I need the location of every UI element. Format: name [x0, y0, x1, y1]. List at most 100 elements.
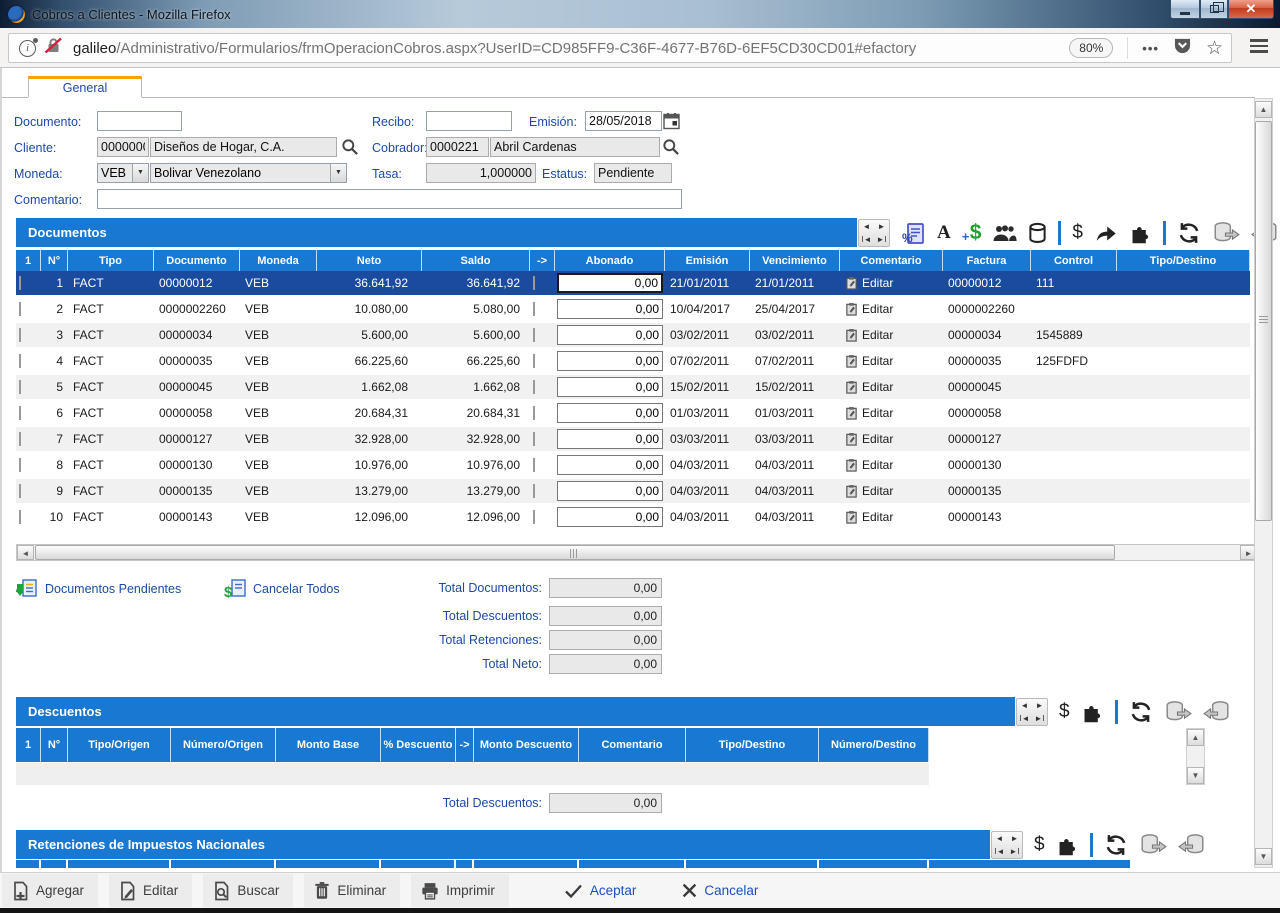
descuentos-vscrollbar[interactable]: ▲ ▼ — [1186, 728, 1205, 785]
record-navigation-icons[interactable]: ◄►Ι◄►Ι — [858, 219, 890, 247]
editar-comment-button[interactable]: Editar — [840, 380, 943, 394]
abonado-input[interactable] — [557, 273, 663, 293]
row-selector-button[interactable] — [19, 484, 21, 498]
column-header[interactable]: Número/Destino — [819, 728, 929, 762]
scroll-down-icon[interactable]: ▼ — [1255, 848, 1272, 865]
editar-button[interactable]: Editar — [109, 874, 192, 907]
hscroll-thumb[interactable] — [35, 545, 1115, 560]
table-row[interactable]: 1FACT00000012VEB36.641,9236.641,9221/01/… — [16, 271, 1250, 297]
row-selector-button[interactable] — [19, 458, 21, 472]
abonado-input[interactable] — [557, 403, 663, 423]
row-selector-button[interactable] — [19, 354, 21, 368]
estatus-field[interactable] — [594, 163, 672, 183]
transfer-arrow-button[interactable] — [533, 276, 535, 290]
column-header[interactable]: 1 — [16, 728, 41, 762]
row-selector-button[interactable] — [19, 432, 21, 446]
column-header[interactable]: Emisión — [665, 250, 750, 271]
abonado-input[interactable] — [557, 455, 663, 475]
maximize-button[interactable] — [1200, 0, 1228, 19]
database-export-icon[interactable] — [1212, 221, 1240, 245]
editar-comment-button[interactable]: Editar — [840, 328, 943, 342]
table-row[interactable]: 5FACT00000045VEB1.662,081.662,0815/02/20… — [16, 375, 1250, 401]
bookmark-star-icon[interactable]: ☆ — [1206, 39, 1223, 58]
imprimir-button[interactable]: Imprimir — [411, 874, 509, 907]
column-header[interactable]: Comentario — [840, 250, 943, 271]
scroll-left-icon[interactable]: ◄ — [17, 545, 34, 560]
abonado-input[interactable] — [557, 299, 663, 319]
plugin-icon[interactable] — [1056, 834, 1079, 857]
users-icon[interactable] — [992, 225, 1017, 242]
database-export-icon[interactable] — [1139, 833, 1167, 857]
table-row[interactable]: 4FACT00000035VEB66.225,6066.225,6007/02/… — [16, 349, 1250, 375]
transfer-arrow-button[interactable] — [533, 484, 535, 498]
site-info-icon[interactable]: i — [19, 40, 36, 57]
table-row[interactable]: 9FACT00000135VEB13.279,0013.279,0004/03/… — [16, 479, 1250, 505]
transfer-arrow-button[interactable] — [533, 458, 535, 472]
column-header[interactable]: Monto Base — [276, 728, 381, 762]
column-header[interactable]: Saldo — [422, 250, 530, 271]
database-import-icon[interactable] — [1178, 833, 1206, 857]
recalculate-document-icon[interactable]: % — [901, 221, 926, 246]
plugin-icon[interactable] — [1081, 701, 1104, 724]
cobrador-name-field[interactable] — [490, 137, 660, 157]
abonado-input[interactable] — [557, 507, 663, 527]
record-navigation-icons[interactable]: ◄►Ι◄►Ι — [991, 831, 1023, 859]
insecure-lock-icon[interactable] — [44, 37, 63, 59]
abonado-input[interactable] — [557, 429, 663, 449]
refresh-icon[interactable] — [1104, 833, 1128, 857]
editar-comment-button[interactable]: Editar — [840, 510, 943, 524]
eliminar-button[interactable]: Eliminar — [304, 874, 400, 907]
column-header[interactable]: % Descuento — [381, 728, 456, 762]
editar-comment-button[interactable]: Editar — [840, 432, 943, 446]
column-header[interactable]: Documento — [154, 250, 240, 271]
cliente-code-field[interactable] — [97, 137, 149, 157]
add-money-icon[interactable]: $+ — [962, 221, 982, 245]
column-header[interactable]: Monto Descuento — [474, 728, 579, 762]
tab-general[interactable]: General — [28, 76, 142, 98]
buscar-button[interactable]: Buscar — [203, 874, 293, 907]
database-export-icon[interactable] — [1164, 700, 1192, 724]
column-header[interactable]: N° — [41, 728, 68, 762]
cancelar-todos-link[interactable]: $ Cancelar Todos — [224, 578, 340, 599]
transfer-arrow-button[interactable] — [533, 328, 535, 342]
page-vscrollbar[interactable]: ▲ ▼ — [1254, 98, 1273, 868]
refresh-icon[interactable] — [1129, 700, 1153, 724]
transfer-arrow-button[interactable] — [533, 302, 535, 316]
column-header[interactable]: -> — [530, 250, 555, 271]
close-button[interactable]: ✕ — [1228, 0, 1274, 19]
documento-input[interactable] — [97, 111, 182, 131]
moneda-code-select[interactable]: VEB▼ — [97, 163, 149, 183]
dollar-icon[interactable]: $ — [1059, 701, 1070, 723]
editar-comment-button[interactable]: Editar — [840, 458, 943, 472]
pocket-icon[interactable] — [1173, 37, 1192, 59]
scroll-up-icon[interactable]: ▲ — [1255, 101, 1272, 118]
column-header[interactable]: 1 — [16, 250, 41, 271]
tasa-field[interactable] — [426, 163, 536, 183]
column-header[interactable]: Moneda — [240, 250, 317, 271]
font-icon[interactable]: A — [937, 222, 951, 244]
url-bar[interactable]: i galileo/Administrativo/Formularios/frm… — [8, 33, 1232, 63]
refresh-icon[interactable] — [1177, 221, 1201, 245]
table-row[interactable]: 7FACT00000127VEB32.928,0032.928,0003/03/… — [16, 427, 1250, 453]
plugin-icon[interactable] — [1129, 222, 1152, 245]
documentos-hscrollbar[interactable]: ◄ ► — [16, 544, 1258, 561]
table-row[interactable]: 3FACT00000034VEB5.600,005.600,0003/02/20… — [16, 323, 1250, 349]
cancelar-button[interactable]: Cancelar — [682, 883, 758, 898]
column-header[interactable]: Control — [1031, 250, 1117, 271]
column-header[interactable]: Vencimiento — [750, 250, 840, 271]
cliente-name-field[interactable] — [150, 137, 337, 157]
moneda-name-select[interactable]: Bolivar Venezolano▼ — [150, 163, 347, 183]
editar-comment-button[interactable]: Editar — [840, 276, 943, 290]
aceptar-button[interactable]: Aceptar — [564, 883, 637, 898]
editar-comment-button[interactable]: Editar — [840, 484, 943, 498]
menu-icon[interactable] — [1250, 39, 1268, 53]
transfer-arrow-button[interactable] — [533, 380, 535, 394]
editar-comment-button[interactable]: Editar — [840, 354, 943, 368]
cliente-search-icon[interactable] — [341, 138, 359, 156]
row-selector-button[interactable] — [19, 276, 21, 290]
column-header[interactable]: N° — [41, 250, 68, 271]
scroll-down-icon[interactable]: ▼ — [1187, 767, 1204, 784]
minimize-button[interactable] — [1170, 0, 1200, 19]
scroll-up-icon[interactable]: ▲ — [1187, 729, 1204, 746]
column-header[interactable]: Tipo — [68, 250, 154, 271]
